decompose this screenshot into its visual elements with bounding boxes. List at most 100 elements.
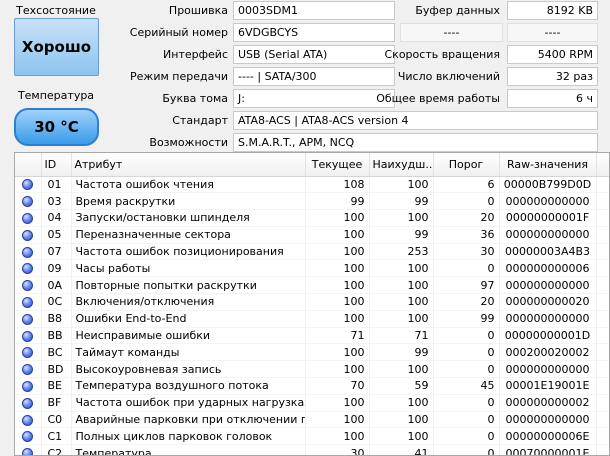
attribute-raw: 000000000000 xyxy=(499,310,597,328)
table-row[interactable]: C2 Температура 30 41 0 00070000001E xyxy=(15,444,609,455)
attribute-worst: 99 xyxy=(369,343,434,362)
attribute-raw: 000200020002 xyxy=(499,343,597,362)
attribute-id: 09 xyxy=(41,259,72,278)
attribute-name: Ошибки End-to-End xyxy=(71,310,306,328)
table-row[interactable]: 04 Запуски/остановки шпинделя 100 100 20 0000… xyxy=(15,209,609,227)
status-orb-icon xyxy=(22,414,34,426)
status-orb-icon xyxy=(22,448,34,455)
attribute-id: BF xyxy=(41,394,72,412)
health-status-button[interactable]: Хорошо xyxy=(14,18,99,76)
volume-letter-field: J: xyxy=(233,89,395,108)
table-row[interactable]: BD Высокоуровневая запись 100 100 0 000000000… xyxy=(15,360,609,379)
attribute-raw: 000000000000 xyxy=(499,226,597,244)
table-row[interactable]: C1 Полных циклов парковок головок 100 100 0 0… xyxy=(15,427,609,446)
power-hours-field: 6 ч xyxy=(507,89,598,108)
attribute-current: 99 xyxy=(305,192,370,211)
row-spacer xyxy=(596,192,609,211)
transfer-mode-label: Режим передачи xyxy=(130,70,228,83)
attribute-current: 100 xyxy=(305,343,370,362)
status-cell xyxy=(15,243,42,261)
status-orb-icon xyxy=(22,380,34,392)
status-cell xyxy=(15,343,42,362)
attribute-name: Включения/отключения xyxy=(71,293,306,311)
attribute-worst: 99 xyxy=(369,192,434,211)
attribute-raw: 00000000001D xyxy=(499,327,597,345)
attribute-name: Запуски/остановки шпинделя xyxy=(71,209,306,227)
attribute-current: 100 xyxy=(305,243,370,261)
attribute-raw: 00070000001E xyxy=(499,444,597,455)
attribute-name: Время раскрутки xyxy=(71,192,306,211)
attribute-id: C0 xyxy=(41,411,72,429)
table-row[interactable]: 01 Частота ошибок чтения 108 100 6 00000B799D… xyxy=(15,176,609,194)
attribute-name: Неисправимые ошибки xyxy=(71,327,306,345)
row-spacer xyxy=(596,360,609,379)
status-orb-icon xyxy=(22,431,34,443)
smart-attributes-table[interactable]: ID Атрибут Текущее Наихудш... Порог Raw-… xyxy=(14,152,610,456)
attribute-current: 100 xyxy=(305,293,370,311)
reserved-field-2: ---- xyxy=(507,23,598,42)
table-row[interactable]: C0 Аварийные парковки при отключении пи..… xyxy=(15,411,609,429)
column-header-threshold[interactable]: Порог xyxy=(433,153,500,177)
status-cell xyxy=(15,192,42,211)
standard-label: Стандарт xyxy=(172,114,228,127)
attribute-threshold: 6 xyxy=(433,176,500,194)
table-row[interactable]: 09 Часы работы 100 100 0 000000000006 xyxy=(15,259,609,278)
column-header-worst[interactable]: Наихудш... xyxy=(369,153,434,177)
attribute-id: BE xyxy=(41,377,72,395)
status-orb-icon xyxy=(22,263,34,275)
serial-field: 6VDGBCYS xyxy=(233,23,395,42)
attribute-raw: 000000000020 xyxy=(499,293,597,311)
attribute-raw: 00000000001F xyxy=(499,209,597,227)
attribute-raw: 00000000006E xyxy=(499,427,597,446)
table-row[interactable]: 05 Переназначенные сектора 100 99 36 00000000… xyxy=(15,226,609,244)
attribute-current: 108 xyxy=(305,176,370,194)
column-header-status[interactable] xyxy=(15,153,42,177)
column-header-current[interactable]: Текущее xyxy=(305,153,370,177)
status-orb-icon xyxy=(22,296,34,308)
row-spacer xyxy=(596,176,609,194)
attribute-current: 30 xyxy=(305,444,370,455)
attribute-worst: 99 xyxy=(369,226,434,244)
attribute-worst: 100 xyxy=(369,276,434,295)
row-spacer xyxy=(596,343,609,362)
attribute-id: 05 xyxy=(41,226,72,244)
table-row[interactable]: BE Температура воздушного потока 70 59 45 000… xyxy=(15,377,609,395)
column-header-raw[interactable]: Raw-значения xyxy=(499,153,597,177)
status-cell xyxy=(15,394,42,412)
status-orb-icon xyxy=(22,364,34,376)
attribute-worst: 100 xyxy=(369,427,434,446)
attribute-threshold: 0 xyxy=(433,259,500,278)
row-spacer xyxy=(596,377,609,395)
attribute-worst: 100 xyxy=(369,176,434,194)
attribute-id: 04 xyxy=(41,209,72,227)
column-header-attribute[interactable]: Атрибут xyxy=(71,153,306,177)
temperature-indicator[interactable]: 30 °C xyxy=(14,108,99,146)
attribute-raw: 000000000000 xyxy=(499,360,597,379)
table-row[interactable]: 07 Частота ошибок позиционирования 100 253 3… xyxy=(15,243,609,261)
table-row[interactable]: BB Неисправимые ошибки 71 71 0 00000000001D xyxy=(15,327,609,345)
attribute-name: Часы работы xyxy=(71,259,306,278)
attribute-id: 07 xyxy=(41,243,72,261)
table-row[interactable]: 0A Повторные попытки раскрутки 100 100 97 000… xyxy=(15,276,609,295)
column-header-id[interactable]: ID xyxy=(41,153,72,177)
table-row[interactable]: BC Таймаут команды 100 99 0 000200020002 xyxy=(15,343,609,362)
status-cell xyxy=(15,377,42,395)
attribute-worst: 100 xyxy=(369,360,434,379)
row-spacer xyxy=(596,293,609,311)
rotation-speed-label: Скорость вращения xyxy=(384,48,501,61)
table-row[interactable]: BF Частота ошибок при ударных нагрузках 10… xyxy=(15,394,609,412)
attribute-name: Температура воздушного потока xyxy=(71,377,306,395)
transfer-mode-field: ---- | SATA/300 xyxy=(233,67,395,86)
firmware-field: 0003SDM1 xyxy=(233,1,395,20)
attribute-current: 100 xyxy=(305,394,370,412)
table-row[interactable]: B8 Ошибки End-to-End 100 100 99 000000000000 xyxy=(15,310,609,328)
table-row[interactable]: 03 Время раскрутки 99 99 0 000000000000 xyxy=(15,192,609,211)
attribute-id: 0C xyxy=(41,293,72,311)
status-cell xyxy=(15,360,42,379)
attribute-current: 70 xyxy=(305,377,370,395)
table-row[interactable]: 0C Включения/отключения 100 100 20 0000000000… xyxy=(15,293,609,311)
attribute-current: 100 xyxy=(305,360,370,379)
attribute-current: 100 xyxy=(305,310,370,328)
attribute-current: 71 xyxy=(305,327,370,345)
attribute-current: 100 xyxy=(305,226,370,244)
